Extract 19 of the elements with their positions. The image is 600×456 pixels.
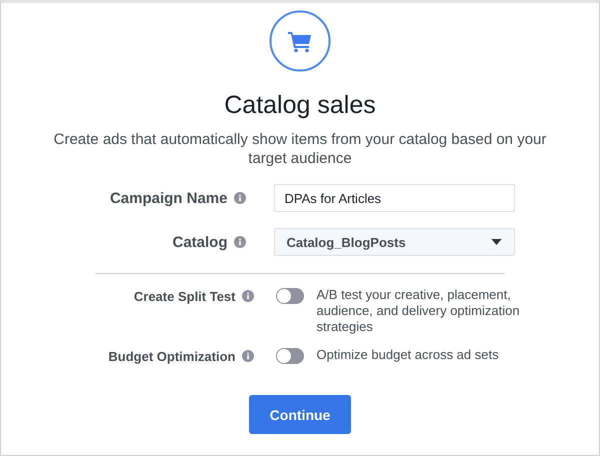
toggle-description: A/B test your creative, placement, audience, and delivery optimization strategies — [316, 287, 521, 335]
caret-icon — [490, 239, 502, 245]
field-label: Catalog — [172, 234, 228, 250]
toggle-label: Budget Optimization — [108, 348, 236, 364]
info-icon[interactable] — [242, 350, 254, 362]
info-icon[interactable] — [234, 192, 246, 204]
dialog-description: Create ads that automatically show items from your catalog based on your target audience — [52, 130, 548, 168]
info-icon[interactable] — [234, 236, 246, 248]
continue-button[interactable]: Continue — [249, 395, 351, 434]
info-icon[interactable] — [242, 290, 254, 302]
toggle-switch[interactable] — [276, 288, 304, 304]
campaign-name-field[interactable]: DPAs for Articles — [274, 184, 514, 212]
dialog-title: Catalog sales — [224, 90, 376, 120]
field-label: Campaign Name — [110, 190, 228, 206]
toggle-label: Create Split Test — [134, 288, 236, 304]
catalog-dropdown[interactable]: Catalog_BlogPosts — [274, 228, 514, 256]
toggle-switch[interactable] — [276, 348, 304, 364]
cart-icon — [269, 10, 331, 72]
toggle-description: Optimize budget across ad sets — [316, 347, 500, 363]
